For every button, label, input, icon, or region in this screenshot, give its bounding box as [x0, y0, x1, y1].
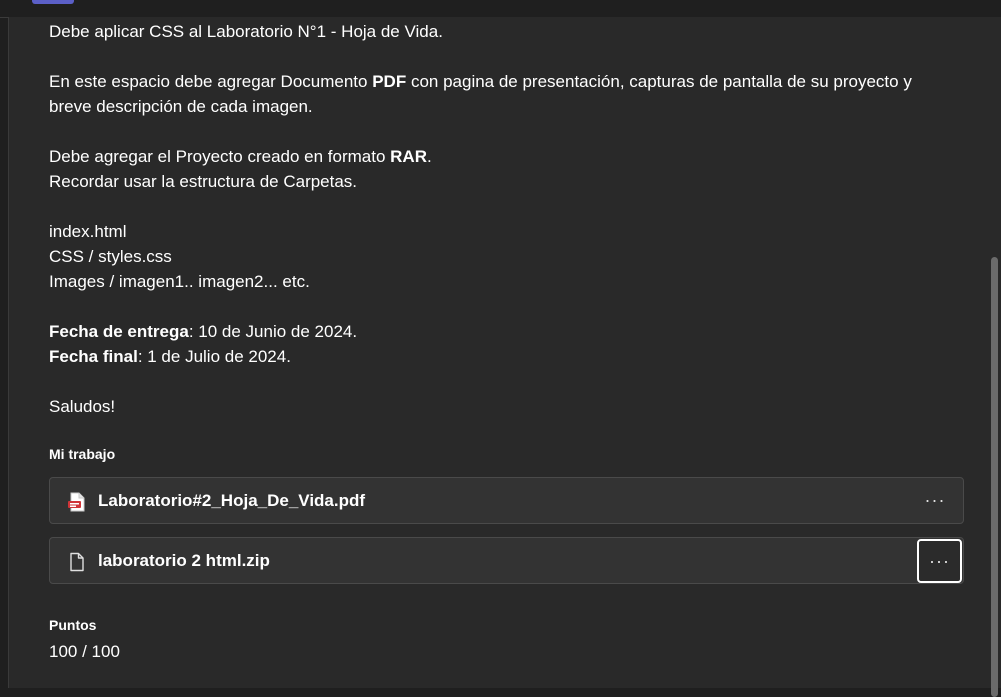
scrollbar-thumb[interactable]: [991, 257, 998, 697]
instruction-line: En este espacio debe agregar Documento P…: [49, 69, 912, 94]
due-date-value: : 10 de Junio de 2024.: [188, 322, 358, 341]
pdf-file-icon: [68, 492, 86, 512]
instruction-line: Recordar usar la estructura de Carpetas.: [49, 172, 358, 191]
instruction-line: Images / imagen1.. imagen2... etc.: [49, 272, 310, 291]
due-date-label: Fecha de entrega: [49, 322, 189, 341]
final-date-value: : 1 de Julio de 2024.: [137, 347, 291, 366]
points-value: 100 / 100: [49, 642, 120, 661]
file-card-pdf[interactable]: Laboratorio#2_Hoja_De_Vida.pdf ···: [49, 477, 964, 524]
top-bar: [0, 0, 1001, 18]
tab-indicator: [32, 0, 74, 4]
due-date: Fecha de entrega: 10 de Junio de 2024.: [49, 319, 357, 344]
assignment-panel: Debe aplicar CSS al Laboratorio N°1 - Ho…: [8, 17, 1001, 688]
instruction-text: con pagina de presentación, capturas de …: [406, 72, 912, 91]
more-options-button[interactable]: ···: [917, 539, 962, 583]
instruction-text: Debe agregar el Proyecto creado en forma…: [49, 147, 391, 166]
instruction-bold: RAR: [390, 147, 427, 166]
instruction-line: Debe agregar el Proyecto creado en forma…: [49, 144, 432, 169]
greeting: Saludos!: [49, 397, 116, 416]
file-card-zip[interactable]: laboratorio 2 html.zip ···: [49, 537, 964, 584]
file-icon: [68, 552, 86, 572]
instruction-line: CSS / styles.css: [49, 247, 172, 266]
final-date: Fecha final: 1 de Julio de 2024.: [49, 344, 291, 369]
final-date-label: Fecha final: [49, 347, 138, 366]
more-options-button[interactable]: ···: [913, 482, 957, 519]
scrollbar[interactable]: [989, 17, 1001, 697]
file-name[interactable]: laboratorio 2 html.zip: [98, 551, 270, 571]
file-name[interactable]: Laboratorio#2_Hoja_De_Vida.pdf: [98, 491, 365, 511]
instruction-line: index.html: [49, 222, 127, 241]
instruction-text: En este espacio debe agregar Documento: [49, 72, 373, 91]
instruction-bold: PDF: [372, 72, 407, 91]
instruction-text: .: [426, 147, 432, 166]
instruction-line: Debe aplicar CSS al Laboratorio N°1 - Ho…: [49, 22, 443, 41]
points-heading: Puntos: [49, 617, 97, 633]
instruction-line: breve descripción de cada imagen.: [49, 97, 313, 116]
my-work-heading: Mi trabajo: [49, 446, 116, 462]
